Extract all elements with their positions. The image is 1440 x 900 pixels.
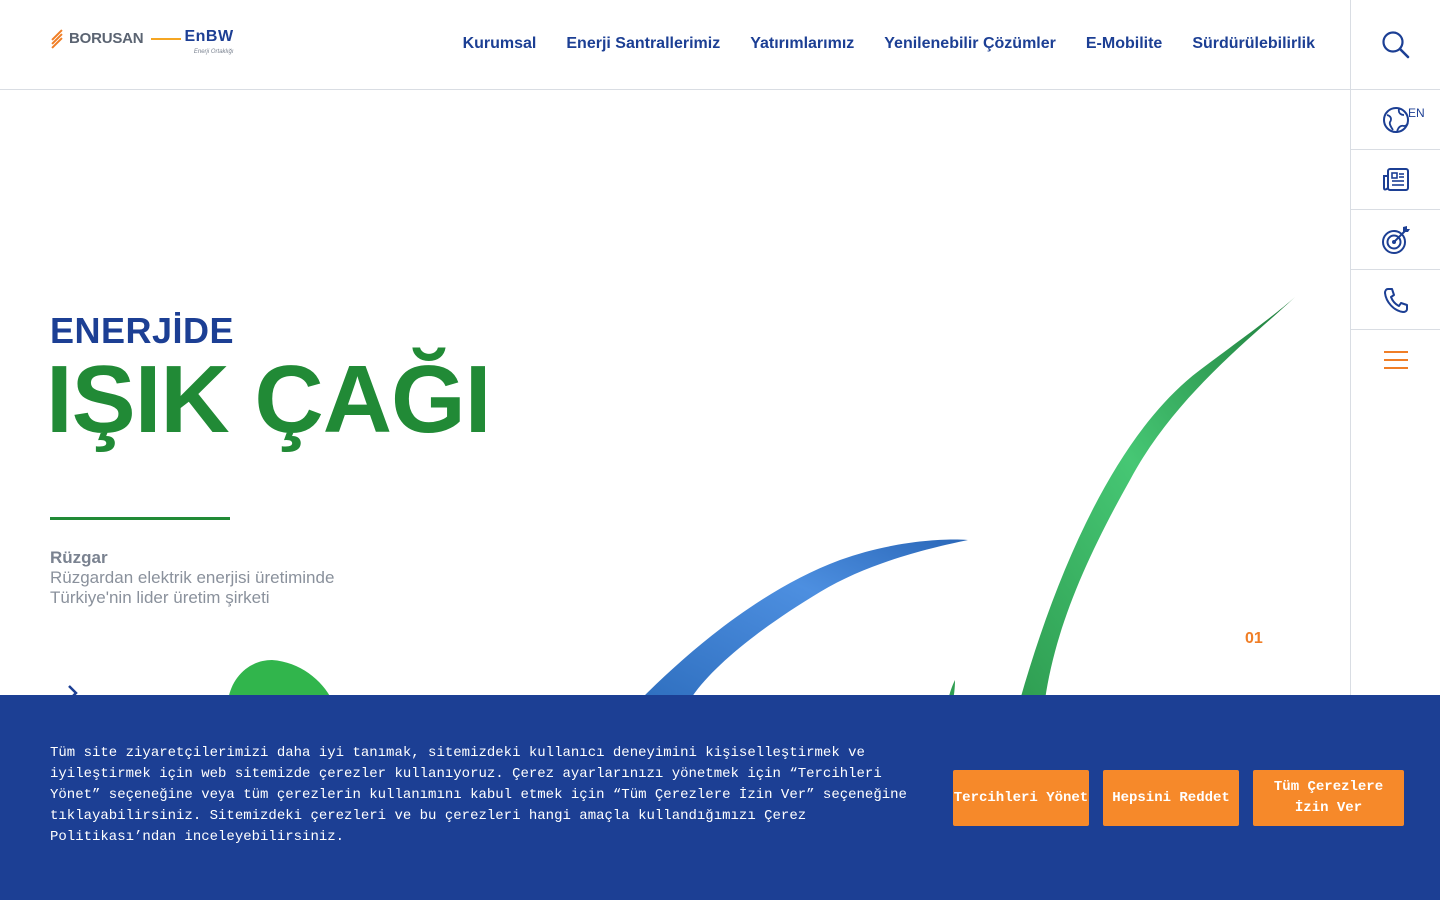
contact-button[interactable]: [1351, 270, 1440, 330]
language-label: EN: [1408, 106, 1425, 120]
menu-button[interactable]: [1351, 330, 1440, 390]
blue-leaf: [640, 539, 968, 700]
reject-all-button[interactable]: Hepsini Reddet: [1103, 770, 1239, 826]
nav-item-yatirimlarimiz[interactable]: Yatırımlarımız: [750, 35, 854, 53]
logo-subtitle: Enerji Ortaklığı: [193, 49, 234, 55]
nav-item-surdurulebilirlik[interactable]: Sürdürülebilirlik: [1192, 35, 1315, 53]
nav-item-enerji-santrallerimiz[interactable]: Enerji Santrallerimiz: [566, 35, 720, 53]
language-switch[interactable]: EN: [1351, 90, 1440, 150]
site-header: BORUSAN EnBW Enerji Ortaklığı Kurumsal E…: [0, 0, 1350, 90]
globe-icon: [1382, 106, 1409, 133]
search-button[interactable]: [1351, 0, 1440, 90]
logo-divider: [151, 38, 182, 40]
news-icon: [1382, 167, 1409, 191]
nav-item-kurumsal[interactable]: Kurumsal: [463, 35, 537, 53]
company-logo[interactable]: BORUSAN EnBW Enerji Ortaklığı: [50, 28, 234, 62]
logo-borusan-text: BORUSAN: [69, 30, 144, 47]
cookie-message: Tüm site ziyaretçilerimizi daha iyi tanı…: [50, 745, 907, 845]
manage-preferences-button[interactable]: Tercihleri Yönet: [953, 770, 1089, 826]
green-leaf-small: [228, 660, 332, 700]
cookie-banner: Tüm site ziyaretçilerimizi daha iyi tanı…: [0, 695, 1440, 900]
target-icon: [1381, 225, 1410, 254]
menu-icon: [1383, 351, 1408, 369]
nav-item-e-mobilite[interactable]: E-Mobilite: [1086, 35, 1162, 53]
borusan-mark-icon: [50, 29, 64, 49]
hero-category: Rüzgar: [50, 548, 108, 567]
goals-button[interactable]: [1351, 210, 1440, 270]
nav-item-yenilenebilir-cozumler[interactable]: Yenilenebilir Çözümler: [884, 35, 1056, 53]
accept-all-button[interactable]: Tüm Çerezlere İzin Ver: [1253, 770, 1404, 826]
logo-enbw-text: EnBW: [184, 28, 234, 45]
hero-description: Rüzgardan elektrik enerjisi üretiminde T…: [50, 568, 335, 607]
main-nav: Kurumsal Enerji Santrallerimiz Yatırımla…: [463, 35, 1315, 53]
phone-icon: [1383, 287, 1408, 313]
cookie-actions: Tercihleri Yönet Hepsini Reddet Tüm Çere…: [953, 770, 1404, 826]
slide-number: 01: [1245, 630, 1263, 647]
search-icon: [1381, 30, 1409, 58]
hero-divider: [50, 517, 230, 520]
hero-title: IŞIK ÇAĞI: [46, 346, 491, 453]
news-button[interactable]: [1351, 150, 1440, 210]
